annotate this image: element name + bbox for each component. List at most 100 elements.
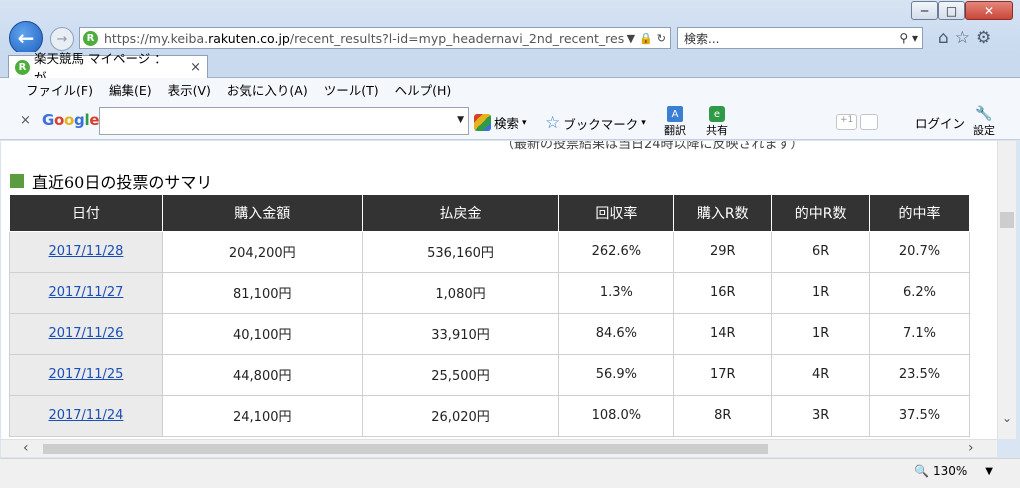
toolbar-close-icon[interactable]: × (20, 113, 31, 128)
zoom-level: 130% (932, 464, 968, 478)
header-date: 日付 (9, 195, 163, 232)
url-path: /recent_results?l-id=myp_headernavi_2nd_… (289, 30, 624, 46)
races-bought-cell: 29R (673, 230, 773, 273)
cutoff-notice: （最新の投票結果は当日24時以降に反映されます） (501, 141, 804, 152)
menu-edit[interactable]: 編集(E) (109, 80, 152, 99)
zoom-control[interactable]: 🔍 130% ▼ (914, 464, 993, 478)
login-link[interactable]: ログイン (915, 113, 965, 132)
races-hit-cell: 4R (771, 353, 871, 396)
table-row: 2017/11/25 44,800円 25,500円 56.9% 17R 4R … (9, 353, 970, 396)
google-search-icon (474, 114, 491, 131)
bookmark-label: ブックマーク (563, 116, 639, 132)
status-bar: 🔍 130% ▼ (0, 458, 1020, 488)
google-search-button[interactable]: 検索 ▾ (474, 113, 527, 132)
hit-rate-cell: 7.1% (869, 312, 970, 355)
date-link[interactable]: 2017/11/26 (48, 326, 123, 341)
url-host: rakuten.co.jp (208, 30, 290, 46)
date-cell: 2017/11/28 (9, 230, 163, 273)
home-icon[interactable]: ⌂ (938, 28, 949, 48)
search-dropdown-icon[interactable]: ▾ (912, 31, 918, 45)
header-races-hit: 的中R数 (771, 195, 871, 232)
site-favicon-icon: R (83, 30, 98, 46)
browser-titlebar: ─ □ ✕ ← → R https://my.keiba.rakuten.co.… (0, 0, 1020, 55)
menu-favorites[interactable]: お気に入り(A) (227, 80, 308, 99)
section-marker-icon (10, 174, 24, 188)
tab-strip: R 楽天競馬 マイページ ：が... × (0, 51, 1020, 85)
browser-search-box[interactable]: 検索... ⚲ ▾ (677, 27, 923, 49)
url-text[interactable]: https://my.keiba.rakuten.co.jp/recent_re… (104, 31, 624, 46)
scroll-left-icon[interactable]: ‹ (23, 440, 29, 456)
races-hit-cell: 6R (771, 230, 871, 273)
payout-cell: 1,080円 (361, 271, 560, 314)
races-bought-cell: 16R (673, 271, 773, 314)
favorites-star-icon[interactable]: ☆ (955, 28, 970, 48)
payout-cell: 536,160円 (361, 230, 560, 273)
purchase-amount-cell: 40,100円 (161, 312, 363, 355)
menu-help[interactable]: ヘルプ(H) (395, 80, 452, 99)
table-row: 2017/11/28 204,200円 536,160円 262.6% 29R … (9, 230, 970, 273)
return-rate-cell: 108.0% (558, 394, 675, 437)
gear-icon[interactable]: ⚙ (976, 28, 991, 48)
zoom-icon: 🔍 (914, 464, 929, 478)
google-logo: Google (42, 111, 100, 129)
return-rate-cell: 84.6% (558, 312, 675, 355)
table-row: 2017/11/24 24,100円 26,020円 108.0% 8R 3R … (9, 394, 970, 437)
date-cell: 2017/11/26 (9, 312, 163, 355)
vertical-scroll-thumb[interactable] (1000, 212, 1014, 228)
plus-one-badge: +1 (836, 114, 858, 130)
lock-icon[interactable]: 🔒 (639, 32, 653, 45)
table-row: 2017/11/26 40,100円 33,910円 84.6% 14R 1R … (9, 312, 970, 355)
purchase-amount-cell: 44,800円 (161, 353, 363, 396)
menu-file[interactable]: ファイル(F) (26, 80, 93, 99)
return-rate-cell: 1.3% (558, 271, 675, 314)
settings-button[interactable]: 🔧 設定 (973, 106, 995, 138)
refresh-icon[interactable]: ↻ (657, 32, 666, 45)
tab-keiba-mypage[interactable]: R 楽天競馬 マイページ ：が... × (8, 51, 208, 85)
scroll-right-icon[interactable]: › (968, 440, 974, 456)
close-window-button[interactable]: ✕ (965, 1, 1013, 20)
translate-icon: A (667, 106, 683, 122)
return-rate-cell: 262.6% (558, 230, 675, 273)
horizontal-scroll-thumb[interactable] (43, 444, 768, 454)
purchase-amount-cell: 81,100円 (161, 271, 363, 314)
races-hit-cell: 3R (771, 394, 871, 437)
date-link[interactable]: 2017/11/24 (48, 408, 123, 423)
date-link[interactable]: 2017/11/27 (48, 285, 123, 300)
share-label: 共有 (706, 124, 728, 137)
address-dropdown-icon[interactable]: ▼ (627, 32, 635, 45)
share-button[interactable]: e 共有 (706, 106, 728, 138)
table-header-row: 日付 購入金額 払戻金 回収率 購入R数 的中R数 的中率 (9, 195, 970, 232)
menu-view[interactable]: 表示(V) (168, 80, 211, 99)
menu-tools[interactable]: ツール(T) (324, 80, 379, 99)
maximize-button[interactable]: □ (938, 1, 965, 20)
bookmark-button[interactable]: ☆ ブックマーク ▾ (545, 113, 646, 133)
url-prefix: https://my.keiba. (104, 30, 209, 46)
header-payout: 払戻金 (361, 195, 560, 232)
bookmark-star-icon: ☆ (545, 113, 561, 133)
hit-rate-cell: 37.5% (869, 394, 970, 437)
races-hit-cell: 1R (771, 312, 871, 355)
address-bar[interactable]: R https://my.keiba.rakuten.co.jp/recent_… (79, 27, 671, 49)
minimize-button[interactable]: ─ (911, 1, 938, 20)
hit-rate-cell: 6.2% (869, 271, 970, 314)
chevron-down-icon[interactable]: ▼ (457, 115, 464, 125)
payout-cell: 33,910円 (361, 312, 560, 355)
purchase-amount-cell: 24,100円 (161, 394, 363, 437)
return-rate-cell: 56.9% (558, 353, 675, 396)
scroll-down-icon[interactable]: ⌄ (1002, 411, 1012, 425)
section-heading: 直近60日の投票のサマリ (10, 169, 212, 193)
date-link[interactable]: 2017/11/28 (48, 244, 123, 259)
tab-close-icon[interactable]: × (190, 60, 201, 75)
races-bought-cell: 8R (673, 394, 773, 437)
google-search-input[interactable]: ▼ (99, 107, 469, 135)
header-hit-rate: 的中率 (869, 195, 970, 232)
header-return-rate: 回収率 (558, 195, 675, 232)
vertical-scrollbar[interactable]: ⌄ (997, 141, 1016, 439)
header-purchase-amount: 購入金額 (161, 195, 363, 232)
search-icon[interactable]: ⚲ (899, 31, 908, 45)
horizontal-scrollbar[interactable]: ‹ › (1, 439, 997, 457)
zoom-dropdown-icon[interactable]: ▼ (985, 466, 993, 477)
translate-button[interactable]: A 翻訳 (664, 106, 686, 138)
date-link[interactable]: 2017/11/25 (48, 367, 123, 382)
plus-one-button[interactable]: +1 (836, 114, 886, 130)
